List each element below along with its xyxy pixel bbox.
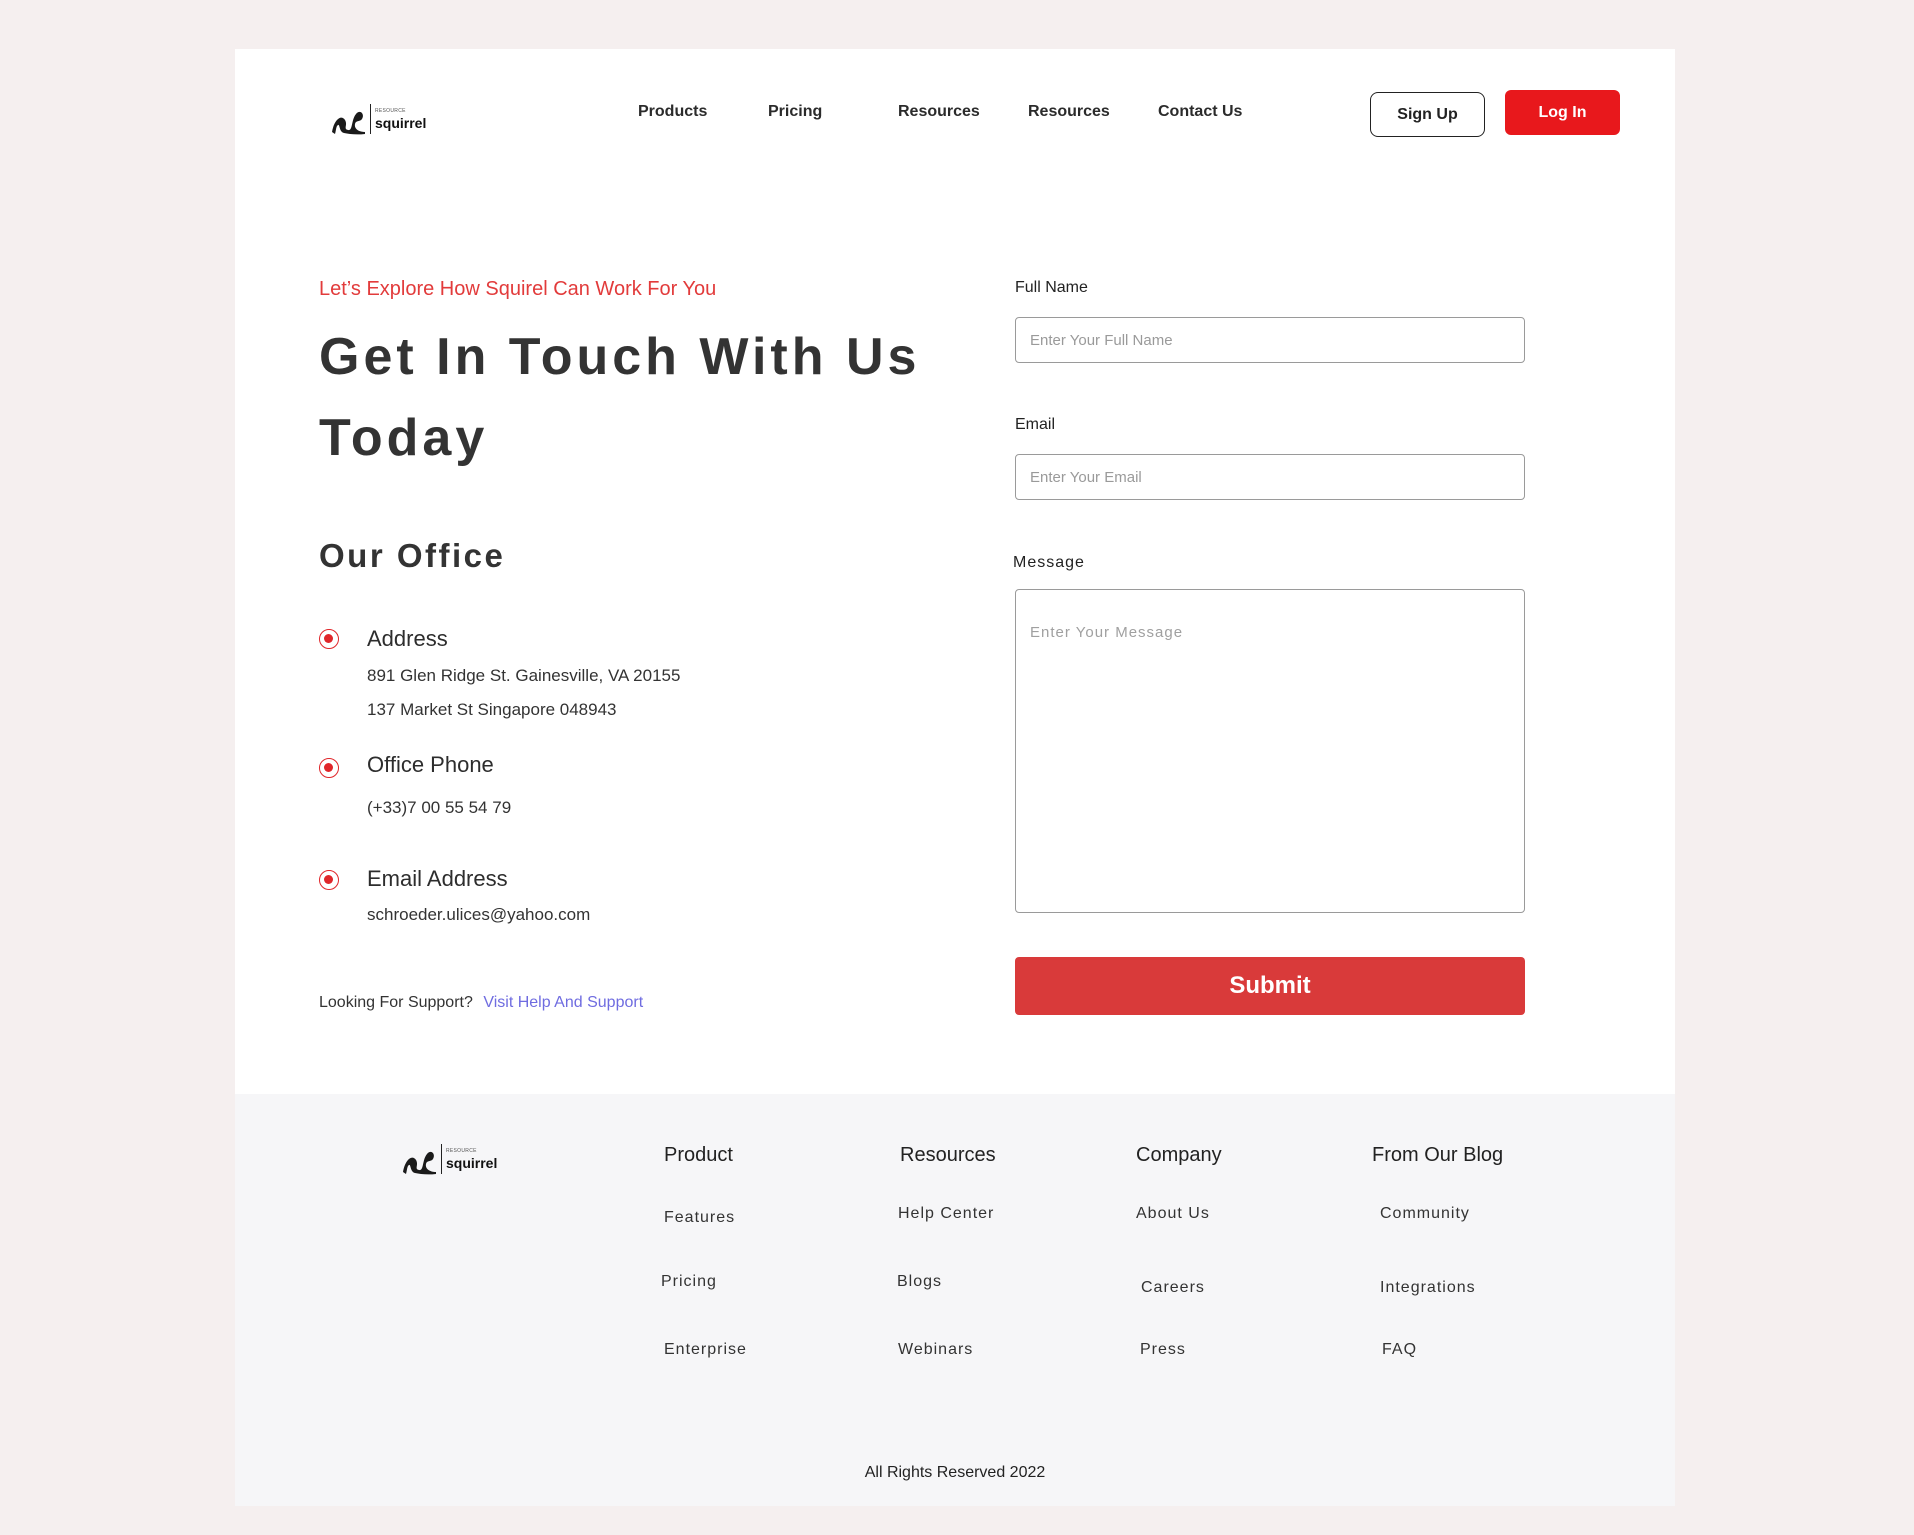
phone-bullet-icon [319,758,339,778]
logo-small-text: RESOURCE [375,107,406,114]
email-input[interactable] [1015,454,1525,500]
log-in-button[interactable]: Log In [1505,90,1620,135]
footer-link-webinars[interactable]: Webinars [898,1341,973,1359]
footer-link-integrations[interactable]: Integrations [1380,1279,1476,1297]
footer-logo[interactable]: RESOURCE squirrel [400,1142,497,1176]
office-section-title: Our Office [319,537,506,574]
logo-big-text: squirrel [375,114,427,131]
message-textarea[interactable] [1015,589,1525,913]
footer-company-title: Company [1136,1144,1222,1166]
footer-link-blogs[interactable]: Blogs [897,1273,942,1291]
address-line-2: 137 Market St Singapore 048943 [367,700,617,719]
page: RESOURCE squirrel Products Pricing Resou… [235,49,1675,1506]
address-line-1: 891 Glen Ridge St. Gainesville, VA 20155 [367,666,681,685]
email-label: Email [1015,416,1056,433]
squirrel-logo-icon [332,111,365,135]
submit-button[interactable]: Submit [1015,957,1525,1015]
hero-tagline: Let’s Explore How Squirel Can Work For Y… [319,278,717,300]
logo-divider [370,104,371,134]
support-line: Looking For Support? Visit Help And Supp… [319,994,643,1012]
address-bullet-icon [319,629,339,649]
logo-divider [441,1144,442,1174]
footer-link-community[interactable]: Community [1380,1205,1470,1223]
copyright-text: All Rights Reserved 2022 [864,1464,1046,1481]
logo-wordmark: RESOURCE squirrel [446,1147,498,1171]
header-logo[interactable]: RESOURCE squirrel [329,102,426,136]
footer-blog-title: From Our Blog [1372,1144,1504,1166]
footer-resources-title: Resources [900,1144,996,1166]
nav-resources[interactable]: Resources [898,103,980,121]
footer-link-pricing[interactable]: Pricing [661,1273,717,1291]
nav-resources-2[interactable]: Resources [1028,103,1110,121]
squirrel-logo-icon [403,1151,436,1175]
footer-link-enterprise[interactable]: Enterprise [664,1341,747,1359]
page-title: Get In Touch With Us Today [319,328,921,467]
message-label: Message [1013,554,1085,571]
address-title: Address [367,626,448,651]
phone-title: Office Phone [367,752,494,777]
support-text: Looking For Support? [319,994,473,1011]
footer-link-about-us[interactable]: About Us [1136,1205,1210,1223]
footer-link-press[interactable]: Press [1140,1341,1186,1359]
nav-contact-us[interactable]: Contact Us [1158,103,1242,121]
help-support-link[interactable]: Visit Help And Support [483,994,643,1011]
full-name-input[interactable] [1015,317,1525,363]
footer-product-title: Product [664,1144,733,1166]
email-bullet-icon [319,870,339,890]
email-address: schroeder.ulices@yahoo.com [367,905,591,924]
logo-wordmark: RESOURCE squirrel [375,107,427,131]
footer-link-careers[interactable]: Careers [1141,1279,1205,1297]
footer-link-faq[interactable]: FAQ [1382,1341,1417,1359]
nav-products[interactable]: Products [638,103,707,121]
logo-big-text: squirrel [446,1154,498,1171]
full-name-label: Full Name [1015,279,1088,296]
footer: RESOURCE squirrel Product Features Prici… [235,1094,1675,1506]
footer-link-features[interactable]: Features [664,1209,735,1227]
email-title: Email Address [367,866,508,891]
sign-up-button[interactable]: Sign Up [1370,92,1485,137]
phone-number: (+33)7 00 55 54 79 [367,798,512,817]
logo-small-text: RESOURCE [446,1147,477,1154]
nav-pricing[interactable]: Pricing [768,103,822,121]
footer-link-help-center[interactable]: Help Center [898,1205,994,1223]
